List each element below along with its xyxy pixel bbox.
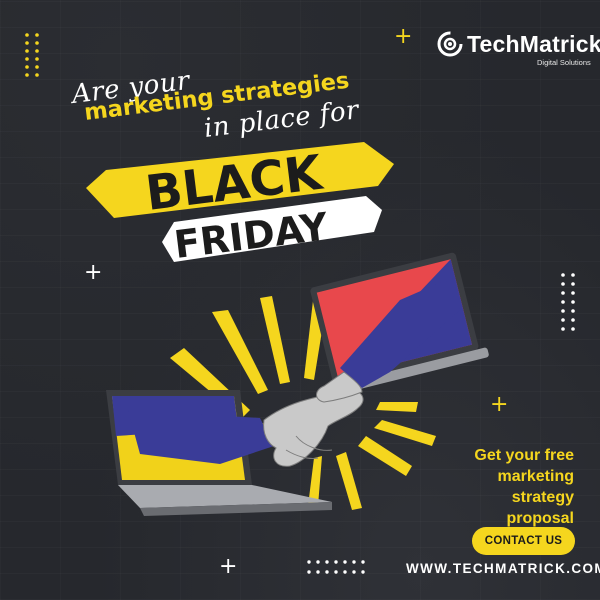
cta-block: Get your free marketing strategy proposa… [434,445,574,529]
techmatrick-logo-icon [437,31,463,57]
plus-icon: + [219,554,238,579]
cta-line-4: proposal [506,510,574,527]
contact-us-button[interactable]: CONTACT US [472,527,575,555]
plus-icon: + [490,392,509,417]
brand-logo: TechMatrick Digital Solutions [436,28,600,74]
ad-canvas: + + + + TechMatrick Digital Solutions Ar… [0,0,600,600]
cta-line-2: marketing [497,468,574,485]
cta-line-3: strategy [511,489,574,506]
cta-line-1: Get your free [474,447,574,464]
dot-grid-bottom [307,560,365,574]
handshake-hands [263,371,364,467]
dot-grid-top-left [25,33,39,77]
handshake-laptops-illustration [106,252,489,516]
brand-tagline: Digital Solutions [537,58,591,67]
brand-name: TechMatrick [467,31,600,57]
website-url[interactable]: WWW.TECHMATRICK.COM/ [406,561,600,576]
plus-icon: + [394,24,413,49]
dot-grid-right [561,273,575,331]
